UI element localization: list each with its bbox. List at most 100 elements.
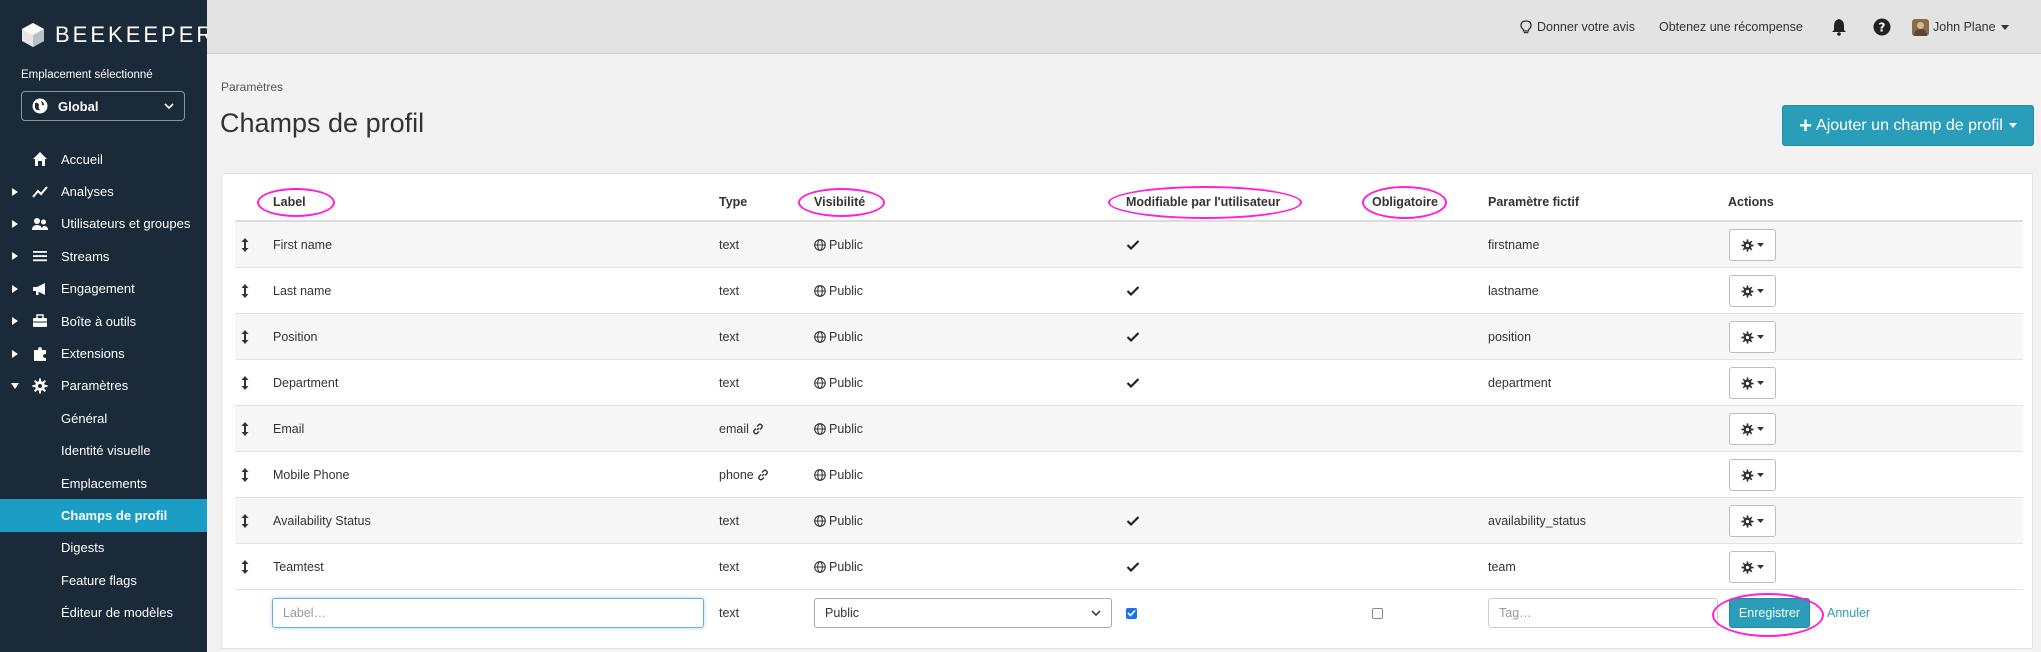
save-button[interactable]: Enregistrer xyxy=(1729,598,1810,628)
sidebar-subitem-feature-flags[interactable]: Feature flags xyxy=(0,564,207,596)
table-row: Availability Status text Public availabilit… xyxy=(235,498,2023,544)
field-type: text xyxy=(719,314,739,360)
globe-icon xyxy=(814,331,826,343)
sidebar-item-label: Feature flags xyxy=(61,572,137,588)
brand-logo[interactable]: BEEKEEPER xyxy=(21,20,215,50)
field-type: text xyxy=(719,360,739,406)
sidebar-subitem-identite-visuelle[interactable]: Identité visuelle xyxy=(0,435,207,467)
gear-icon xyxy=(1741,376,1754,390)
field-visibility-text: Public xyxy=(829,468,864,482)
gear-icon xyxy=(1741,238,1754,252)
user-menu[interactable]: John Plane xyxy=(1912,0,2009,54)
megaphone-icon xyxy=(33,282,45,295)
sidebar-item-label: Engagement xyxy=(61,281,135,297)
page-title: Champs de profil xyxy=(220,108,425,138)
field-visibility: Public xyxy=(814,452,863,498)
field-label: Availability Status xyxy=(273,514,371,528)
drag-handle[interactable] xyxy=(241,360,249,406)
users-icon xyxy=(32,217,48,230)
field-placeholder: position xyxy=(1488,330,1532,344)
drag-handle[interactable] xyxy=(241,406,249,452)
field-label: Email xyxy=(273,422,305,436)
add-profile-field-button[interactable]: + Ajouter un champ de profil xyxy=(1782,105,2034,146)
row-actions-button[interactable] xyxy=(1729,229,1776,261)
table-row: Last name text Public lastname xyxy=(235,268,2023,314)
link-icon xyxy=(752,423,763,435)
row-actions-button[interactable] xyxy=(1729,275,1776,307)
field-type: text xyxy=(719,268,739,314)
globe-icon xyxy=(814,515,826,527)
globe-icon xyxy=(814,239,826,251)
sidebar-item-accueil[interactable]: Accueil xyxy=(0,143,207,175)
new-field-row: text Public Enregistrer Annuler xyxy=(235,590,2023,636)
caret-right-icon xyxy=(12,317,18,326)
user-name: John Plane xyxy=(1933,20,1996,34)
sidebar-subitem-digests[interactable]: Digests xyxy=(0,532,207,564)
sidebar-item-toolbox[interactable]: Boîte à outils xyxy=(0,305,207,337)
drag-handle[interactable] xyxy=(241,268,249,314)
gear-icon xyxy=(1741,560,1754,574)
new-required-checkbox[interactable] xyxy=(1372,607,1383,619)
field-visibility: Public xyxy=(814,360,863,406)
sidebar-item-extensions[interactable]: Extensions xyxy=(0,337,207,369)
location-select[interactable]: Global xyxy=(21,91,185,121)
caret-down-icon xyxy=(1757,381,1764,385)
sidebar-item-parametres[interactable]: Paramètres xyxy=(0,370,207,402)
field-label: Last name xyxy=(273,284,332,298)
location-value: Global xyxy=(58,98,99,114)
drag-handle[interactable] xyxy=(241,544,249,590)
sidebar-item-engagement[interactable]: Engagement xyxy=(0,273,207,305)
field-placeholder: firstname xyxy=(1488,238,1540,252)
feedback-link[interactable]: Donner votre avis xyxy=(1520,0,1635,54)
field-placeholder: team xyxy=(1488,560,1516,574)
row-actions-button[interactable] xyxy=(1729,321,1776,353)
table-row: Teamtest text Public team xyxy=(235,544,2023,590)
sidebar-item-analyses[interactable]: Analyses xyxy=(0,175,207,207)
row-actions-button[interactable] xyxy=(1729,505,1776,537)
chevron-down-icon xyxy=(1091,610,1101,616)
globe-icon xyxy=(814,469,826,481)
check-icon xyxy=(1126,286,1140,297)
field-type: text xyxy=(719,544,739,590)
gear-icon xyxy=(1741,330,1754,344)
sidebar-item-users[interactable]: Utilisateurs et groupes xyxy=(0,208,207,240)
sidebar-item-label: Emplacements xyxy=(61,475,147,491)
sidebar-subitem-general[interactable]: Général xyxy=(0,402,207,434)
chevron-down-icon xyxy=(164,103,174,110)
sidebar-subitem-champs-de-profil[interactable]: Champs de profil xyxy=(0,499,207,532)
check-icon xyxy=(1126,332,1140,343)
check-icon xyxy=(1126,562,1140,573)
row-actions-button[interactable] xyxy=(1729,551,1776,583)
field-visibility: Public xyxy=(814,222,863,268)
drag-handle[interactable] xyxy=(241,222,249,268)
row-actions-button[interactable] xyxy=(1729,367,1776,399)
field-type: text xyxy=(719,498,739,544)
sidebar-subitem-emplacements[interactable]: Emplacements xyxy=(0,467,207,499)
drag-handle[interactable] xyxy=(241,314,249,360)
cancel-link[interactable]: Annuler xyxy=(1827,606,1870,620)
help-button[interactable]: ? xyxy=(1873,0,1891,54)
drag-handle[interactable] xyxy=(241,498,249,544)
header-label: Label xyxy=(273,195,306,209)
editable-check xyxy=(1126,222,1140,268)
sidebar-item-label: Digests xyxy=(61,540,105,556)
new-visibility-value: Public xyxy=(825,606,860,620)
new-visibility-select[interactable]: Public xyxy=(814,598,1112,628)
new-label-input[interactable] xyxy=(272,598,704,628)
sidebar-subitem-editeur-de-modeles[interactable]: Éditeur de modèles xyxy=(0,596,207,628)
sidebar-item-label: Identité visuelle xyxy=(61,443,151,459)
check-icon xyxy=(1126,516,1140,527)
reward-link[interactable]: Obtenez une récompense xyxy=(1659,0,1803,54)
row-actions-button[interactable] xyxy=(1729,459,1776,491)
new-editable-checkbox[interactable] xyxy=(1126,607,1137,619)
row-actions-button[interactable] xyxy=(1729,413,1776,445)
breadcrumb[interactable]: Paramètres xyxy=(221,80,283,94)
notifications-button[interactable] xyxy=(1830,0,1848,54)
drag-handle[interactable] xyxy=(241,452,249,498)
globe-icon xyxy=(814,285,826,297)
top-bar: Donner votre avis Obtenez une récompense… xyxy=(207,0,2041,54)
field-type-text: text xyxy=(719,238,740,252)
new-tag-input[interactable] xyxy=(1488,598,1718,628)
sidebar-item-streams[interactable]: Streams xyxy=(0,240,207,272)
field-visibility-text: Public xyxy=(829,376,864,390)
